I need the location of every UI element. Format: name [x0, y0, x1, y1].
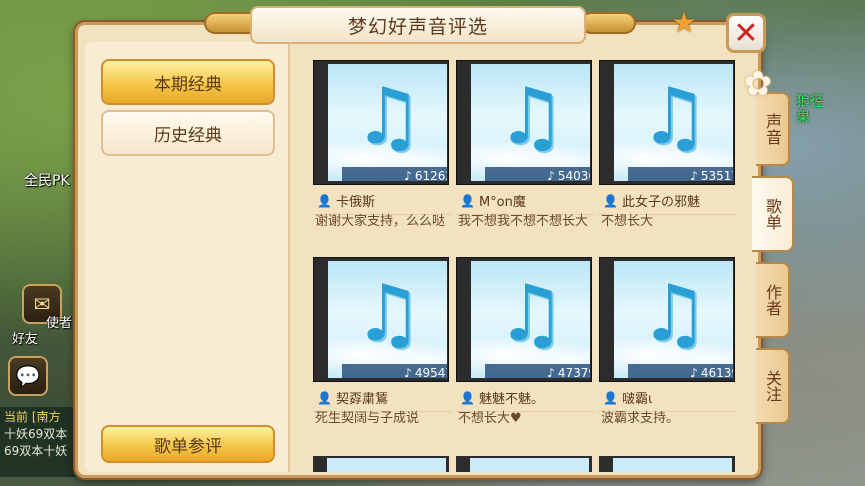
close-icon: ✕	[733, 15, 759, 51]
song-author: 👤 M°on魔	[456, 191, 594, 215]
tab-playlist[interactable]: 歌单	[752, 176, 794, 252]
tab-label: 关注	[763, 370, 782, 402]
song-author: 👤 契孬粛鵟	[313, 388, 451, 412]
song-grid: ♫ ♪61262 👤卡俄斯 谢谢大家支持，么么哒 ♫ ♪54036 👤M°on魔…	[300, 52, 750, 472]
song-card[interactable]: ♫ ♪53517 👤此女子の邪魅 不想长大	[599, 60, 739, 250]
music-note-icon: ♫	[353, 72, 423, 162]
song-cover: ♫ ♪47379	[456, 257, 592, 382]
song-card[interactable]: ♫ ♪47379 👤魅魅不魅。 不想长大♥	[456, 257, 596, 447]
song-cover: ♫ ♪61262	[313, 60, 449, 185]
chat-line: 十妖69双本	[4, 427, 68, 441]
close-button[interactable]: ✕	[726, 13, 766, 53]
tab-label: 作者	[763, 284, 782, 316]
song-cover: ♫ ♪54036	[456, 60, 592, 185]
song-description: 谢谢大家支持，么么哒	[315, 214, 446, 229]
song-description: 我不想我不想不想长大	[458, 214, 589, 229]
music-note-icon: ♫	[639, 269, 709, 359]
song-card[interactable]: ♫ ♪49547 👤契孬粛鵟 死生契阔与子成说	[313, 257, 453, 447]
tab-author[interactable]: 作者	[756, 262, 790, 338]
category-label: 历史经典	[154, 125, 222, 146]
song-description: 波霸求支持。	[601, 411, 680, 426]
music-note-icon: ♫	[639, 72, 709, 162]
song-author: 👤 此女子の邪魅	[599, 191, 737, 215]
song-cover: ♫ ♪49547	[313, 257, 449, 382]
tab-follow[interactable]: 关注	[756, 348, 790, 424]
user-icon: 👤	[603, 390, 618, 405]
play-count: ♪47379	[485, 364, 590, 378]
category-label: 本期经典	[154, 74, 222, 95]
mail-label: 使者	[46, 316, 73, 331]
flower-icon: ✿	[743, 64, 773, 104]
song-cover: ♫ ♪53517	[599, 60, 735, 185]
chat-box[interactable]: 当前 [南方 十妖69双本 69双本十妖	[0, 407, 84, 477]
category-history-classics[interactable]: 历史经典	[101, 110, 275, 156]
song-description: 不想长大♥	[458, 411, 522, 426]
song-author: 👤 魅魅不魅。	[456, 388, 594, 412]
song-author: 👤 卡俄斯	[313, 191, 451, 215]
pk-label: 全民PK	[24, 173, 70, 189]
play-count: ♪49547	[342, 364, 447, 378]
song-card[interactable]: ♫ ♪54036 👤M°on魔 我不想我不想不想长大	[456, 60, 596, 250]
chat-icon[interactable]: 💬	[8, 356, 48, 396]
user-icon: 👤	[603, 193, 618, 208]
music-note-icon: ♫	[353, 269, 423, 359]
review-button-label: 歌单参评	[154, 436, 222, 457]
right-hud-label: 狼径 果	[796, 94, 824, 126]
category-current-classics[interactable]: 本期经典	[101, 59, 275, 105]
chat-line: 69双本十妖	[4, 444, 68, 458]
song-author: 👤 啵霸ι	[599, 388, 737, 412]
user-icon: 👤	[317, 193, 332, 208]
playlist-review-button[interactable]: 歌单参评	[101, 425, 275, 463]
star-icon: ★	[671, 6, 697, 39]
song-card[interactable]: ♫ ♪61262 👤卡俄斯 谢谢大家支持，么么哒	[313, 60, 453, 250]
music-note-icon: ♫	[496, 269, 566, 359]
user-icon: 👤	[317, 390, 332, 405]
tab-label: 歌单	[763, 198, 782, 230]
song-card[interactable]: ♫ ♪46139 👤啵霸ι 波霸求支持。	[599, 257, 739, 447]
play-count: ♪53517	[628, 167, 733, 181]
panel-title: 梦幻好声音评选	[250, 6, 586, 44]
friend-label: 好友	[12, 332, 39, 347]
user-icon: 👤	[460, 390, 475, 405]
user-icon: 👤	[460, 193, 475, 208]
play-count: ♪61262	[342, 167, 447, 181]
play-count: ♪46139	[628, 364, 733, 378]
song-description: 不想长大	[601, 214, 654, 229]
chat-line: 当前 [南方	[4, 410, 61, 424]
song-cover: ♫ ♪46139	[599, 257, 735, 382]
music-note-icon: ♫	[496, 72, 566, 162]
next-row-partial	[300, 456, 750, 472]
play-count: ♪54036	[485, 167, 590, 181]
tab-label: 声音	[763, 113, 782, 145]
title-ornament-right	[580, 12, 636, 34]
song-description: 死生契阔与子成说	[315, 411, 420, 426]
category-sidebar: 本期经典 历史经典 歌单参评	[85, 42, 290, 472]
